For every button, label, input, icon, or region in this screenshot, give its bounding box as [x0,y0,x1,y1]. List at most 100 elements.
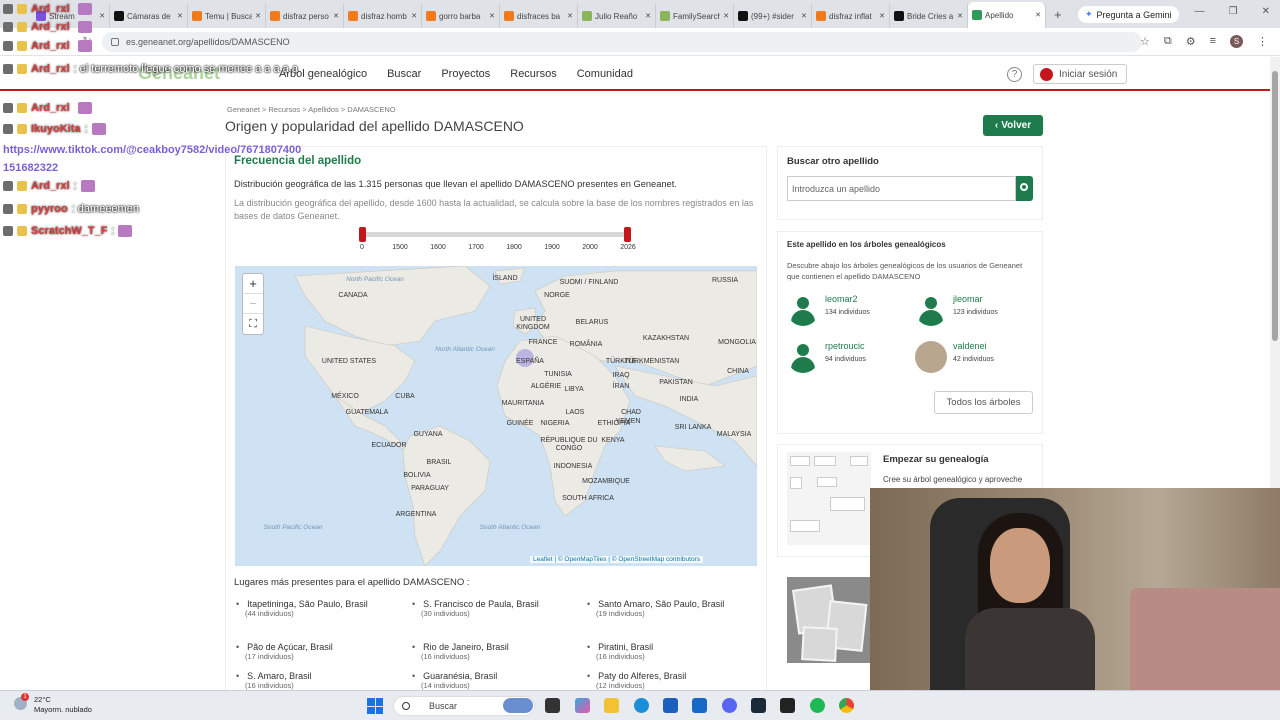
gemini-button[interactable]: ✦ Pregunta a Gemini [1078,6,1179,23]
year-range-slider[interactable] [359,227,631,242]
slider-tick-label: 1600 [430,244,446,251]
browser-tab[interactable]: Julio Reaño ✕ [578,4,656,28]
tree-user-name[interactable]: jleomar [953,294,983,304]
chat-message: Ard_rxl [3,102,92,114]
nav-buscar[interactable]: Buscar [387,68,421,80]
media-icon[interactable]: ≡ [1210,35,1216,48]
browser-tab[interactable]: Apellido ✕ [968,2,1046,28]
place-item[interactable]: S. Amaro, Brasil(16 individuos) [236,671,411,690]
place-name: S. Francisco de Paula, Brasil [412,599,587,609]
bookmark-star-icon[interactable]: ☆ [1140,35,1150,48]
close-window-icon[interactable]: ✕ [1262,6,1270,17]
surname-search-input[interactable]: Introduzca un apellido [787,176,1016,201]
old-photos-image [787,577,871,663]
place-count: (19 individuos) [596,609,645,618]
browser-tab[interactable]: (99+) #sider ✕ [734,4,812,28]
tab-close-icon[interactable]: ✕ [645,12,651,20]
chat-message: Ard_rxl [3,40,92,52]
tab-favicon-icon [504,11,514,21]
copilot-icon[interactable] [575,698,590,713]
map-country-label: ROMÂNIA [569,341,603,348]
browser-tab[interactable]: disfraces ba ✕ [500,4,578,28]
distribution-map[interactable]: North Atlantic Ocean South Atlantic Ocea… [235,266,757,566]
place-item[interactable]: S. Francisco de Paula, Brasil(30 individ… [412,599,587,618]
zoom-out-button[interactable]: − [243,294,263,314]
terminal-icon[interactable] [780,698,795,713]
nav-recursos[interactable]: Recursos [510,68,556,80]
browser-tab[interactable]: disfraz inflat ✕ [812,4,890,28]
all-trees-button[interactable]: Todos los árboles [934,391,1033,414]
place-item[interactable]: Itapetininga, São Paulo, Brasil(44 indiv… [236,599,411,618]
tab-close-icon[interactable]: ✕ [411,12,417,20]
minimize-icon[interactable]: — [1195,6,1205,17]
tree-user-name[interactable]: leomar2 [825,294,858,304]
map-country-label: MAURITANIA [501,400,545,407]
outlook-icon[interactable] [692,698,707,713]
search-button[interactable] [1016,176,1033,201]
windows-start-icon[interactable] [367,698,383,714]
discord-icon[interactable] [722,698,737,713]
tab-close-icon[interactable]: ✕ [567,12,573,20]
slider-handle-start[interactable] [359,227,366,242]
tab-close-icon[interactable]: ✕ [723,12,729,20]
browser-tab[interactable]: FamilySearch ✕ [656,4,734,28]
map-country-label: UNITED STATES [321,358,377,365]
slider-handle-end[interactable] [624,227,631,242]
windows-taskbar: 1 22°C Mayorm. nublado Buscar [0,690,1280,720]
map-country-label: NORGE [544,292,570,299]
place-item[interactable]: Paty do Alferes, Brasil(12 individuos) [587,671,762,690]
map-attribution[interactable]: Leaflet | © OpenMapTiles | © OpenStreetM… [530,556,703,563]
help-icon[interactable]: ? [1007,67,1022,82]
place-item[interactable]: Guaranésia, Brasil(14 individuos) [412,671,587,690]
nav-proyectos[interactable]: Proyectos [441,68,490,80]
tree-user[interactable]: valdenei 42 individuos [915,341,1035,377]
copilot-widget-icon[interactable] [503,698,533,713]
place-item[interactable]: Piratini, Brasil(16 individuos) [587,642,762,661]
new-tab-icon[interactable]: + [1054,7,1062,22]
scrollbar-thumb[interactable] [1272,71,1278,341]
tree-user[interactable]: rpetroucic 94 individuos [787,341,907,377]
login-button[interactable]: Iniciar sesión [1033,64,1127,84]
task-view-icon[interactable] [545,698,560,713]
browser-tab[interactable]: disfraz homb ✕ [344,4,422,28]
browser-tab[interactable]: Bride Cries a ✕ [890,4,968,28]
back-button[interactable]: ‹ Volver [983,115,1043,136]
map-country-label: GUINÉE [506,420,534,427]
file-explorer-icon[interactable] [604,698,619,713]
stream-chat-overlay: Ard_rxl Ard_rxl Ard_rxl Ard_rxl: el terremo… [0,0,330,240]
map-country-label: CUBA [395,393,415,400]
map-country-label: RÉPUBLIQUE DU CONGO [540,437,598,452]
chat-message: ScratchW_T_F: [3,225,133,237]
fullscreen-button[interactable]: ⛶ [243,314,263,334]
edge-icon[interactable] [634,698,649,713]
profile-avatar[interactable]: S [1230,35,1243,48]
tab-close-icon[interactable]: ✕ [957,12,963,20]
tab-close-icon[interactable]: ✕ [801,12,807,20]
spotify-icon[interactable] [810,698,825,713]
zoom-in-button[interactable]: + [243,274,263,294]
menu-icon[interactable]: ⋮ [1257,35,1268,48]
tree-user[interactable]: leomar2 134 individuos [787,294,907,330]
puzzle-icon[interactable]: ⚙ [1186,35,1196,48]
temperature: 22°C [34,695,51,704]
tree-user-name[interactable]: valdenei [953,341,987,351]
tab-close-icon[interactable]: ✕ [1035,11,1041,19]
chrome-icon[interactable] [839,698,854,713]
tree-user[interactable]: jleomar 123 individuos [915,294,1035,330]
store-icon[interactable] [663,698,678,713]
place-item[interactable]: Santo Amaro, São Paulo, Brasil(19 indivi… [587,599,762,618]
nav-comunidad[interactable]: Comunidad [577,68,633,80]
browser-tab[interactable]: gorro barba ✕ [422,4,500,28]
mod-badge-icon [3,22,13,32]
extension-icon[interactable]: ⧉ [1164,35,1172,48]
tab-close-icon[interactable]: ✕ [489,12,495,20]
place-item[interactable]: Pão de Açúcar, Brasil(17 individuos) [236,642,411,661]
map-country-label: ÍSLAND [492,275,518,282]
restore-icon[interactable]: ❐ [1229,6,1238,17]
tab-close-icon[interactable]: ✕ [333,12,339,20]
place-item[interactable]: Rio de Janeiro, Brasil(16 individuos) [412,642,587,661]
steam-icon[interactable] [751,698,766,713]
tab-close-icon[interactable]: ✕ [879,12,885,20]
tree-user-name[interactable]: rpetroucic [825,341,865,351]
chat-message: Ard_rxl [3,3,92,15]
